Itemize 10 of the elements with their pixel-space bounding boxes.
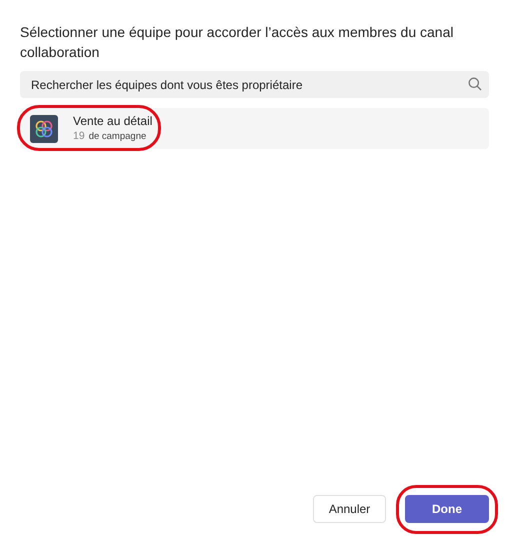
done-button[interactable]: Done [405,495,489,523]
search-icon [468,77,482,91]
cancel-button[interactable]: Annuler [313,495,386,523]
team-row[interactable]: Vente au détail 19 de campagne [20,108,489,149]
search-field[interactable]: Rechercher les équipes dont vous êtes propriétaire [20,71,489,98]
dialog-heading: Sélectionner une équipe pour accorder l’accès aux membres du canal collaboration [20,23,454,62]
team-subtitle: de campagne [88,130,146,144]
team-logo-icon [30,114,58,142]
member-count: 19 [73,128,85,144]
team-name: Vente au détail [73,112,152,129]
